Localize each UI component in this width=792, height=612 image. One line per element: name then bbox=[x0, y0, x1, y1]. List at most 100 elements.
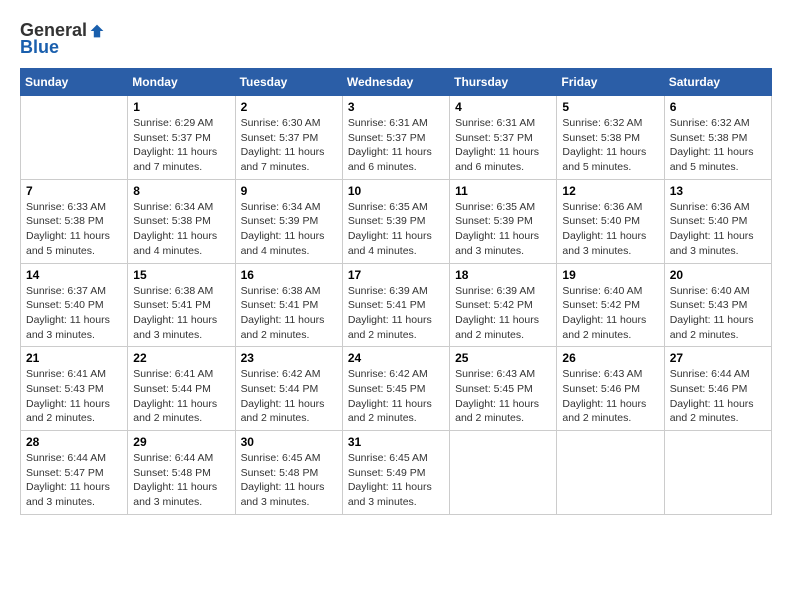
day-number: 2 bbox=[241, 100, 337, 114]
day-number: 28 bbox=[26, 435, 122, 449]
day-number: 6 bbox=[670, 100, 766, 114]
calendar-header-wednesday: Wednesday bbox=[342, 69, 449, 96]
calendar-cell: 3 Sunrise: 6:31 AMSunset: 5:37 PMDaylight… bbox=[342, 96, 449, 180]
calendar-header-row: SundayMondayTuesdayWednesdayThursdayFrid… bbox=[21, 69, 772, 96]
day-number: 21 bbox=[26, 351, 122, 365]
logo-icon bbox=[89, 23, 105, 39]
calendar-cell: 19 Sunrise: 6:40 AMSunset: 5:42 PMDayligh… bbox=[557, 263, 664, 347]
day-number: 26 bbox=[562, 351, 658, 365]
day-number: 4 bbox=[455, 100, 551, 114]
day-info: Sunrise: 6:39 AMSunset: 5:42 PMDaylight:… bbox=[455, 284, 551, 343]
day-number: 1 bbox=[133, 100, 229, 114]
day-info: Sunrise: 6:44 AMSunset: 5:47 PMDaylight:… bbox=[26, 451, 122, 510]
calendar-header-thursday: Thursday bbox=[450, 69, 557, 96]
calendar-cell: 8Sunrise: 6:34 AMSunset: 5:38 PMDaylight… bbox=[128, 179, 235, 263]
day-number: 18 bbox=[455, 268, 551, 282]
day-number: 19 bbox=[562, 268, 658, 282]
week-row-4: 21 Sunrise: 6:41 AMSunset: 5:43 PMDayligh… bbox=[21, 347, 772, 431]
week-row-3: 14 Sunrise: 6:37 AMSunset: 5:40 PMDayligh… bbox=[21, 263, 772, 347]
day-info: Sunrise: 6:30 AMSunset: 5:37 PMDaylight:… bbox=[241, 116, 337, 175]
day-info: Sunrise: 6:37 AMSunset: 5:40 PMDaylight:… bbox=[26, 284, 122, 343]
calendar-cell: 7 Sunrise: 6:33 AMSunset: 5:38 PMDaylight… bbox=[21, 179, 128, 263]
day-info: Sunrise: 6:32 AMSunset: 5:38 PMDaylight:… bbox=[670, 116, 766, 175]
day-number: 7 bbox=[26, 184, 122, 198]
calendar-cell: 24Sunrise: 6:42 AMSunset: 5:45 PMDayligh… bbox=[342, 347, 449, 431]
day-info: Sunrise: 6:40 AMSunset: 5:42 PMDaylight:… bbox=[562, 284, 658, 343]
calendar-cell: 29 Sunrise: 6:44 AMSunset: 5:48 PMDayligh… bbox=[128, 431, 235, 515]
calendar-cell: 31 Sunrise: 6:45 AMSunset: 5:49 PMDayligh… bbox=[342, 431, 449, 515]
calendar-cell: 21 Sunrise: 6:41 AMSunset: 5:43 PMDayligh… bbox=[21, 347, 128, 431]
day-number: 5 bbox=[562, 100, 658, 114]
calendar-cell: 9 Sunrise: 6:34 AMSunset: 5:39 PMDaylight… bbox=[235, 179, 342, 263]
day-number: 11 bbox=[455, 184, 551, 198]
day-number: 9 bbox=[241, 184, 337, 198]
calendar-cell: 23Sunrise: 6:42 AMSunset: 5:44 PMDayligh… bbox=[235, 347, 342, 431]
day-info: Sunrise: 6:36 AMSunset: 5:40 PMDaylight:… bbox=[562, 200, 658, 259]
calendar-header-saturday: Saturday bbox=[664, 69, 771, 96]
calendar-cell: 16 Sunrise: 6:38 AMSunset: 5:41 PMDayligh… bbox=[235, 263, 342, 347]
calendar-cell bbox=[450, 431, 557, 515]
day-number: 31 bbox=[348, 435, 444, 449]
day-number: 15 bbox=[133, 268, 229, 282]
day-info: Sunrise: 6:45 AMSunset: 5:48 PMDaylight:… bbox=[241, 451, 337, 510]
day-number: 27 bbox=[670, 351, 766, 365]
calendar-cell: 2 Sunrise: 6:30 AMSunset: 5:37 PMDaylight… bbox=[235, 96, 342, 180]
day-number: 20 bbox=[670, 268, 766, 282]
calendar-cell bbox=[664, 431, 771, 515]
calendar-cell: 14 Sunrise: 6:37 AMSunset: 5:40 PMDayligh… bbox=[21, 263, 128, 347]
calendar-cell: 1Sunrise: 6:29 AMSunset: 5:37 PMDaylight… bbox=[128, 96, 235, 180]
day-number: 24 bbox=[348, 351, 444, 365]
day-info: Sunrise: 6:38 AMSunset: 5:41 PMDaylight:… bbox=[241, 284, 337, 343]
day-info: Sunrise: 6:34 AMSunset: 5:39 PMDaylight:… bbox=[241, 200, 337, 259]
page-header: General Blue bbox=[20, 20, 772, 58]
calendar-cell: 13Sunrise: 6:36 AMSunset: 5:40 PMDayligh… bbox=[664, 179, 771, 263]
calendar-cell: 25Sunrise: 6:43 AMSunset: 5:45 PMDayligh… bbox=[450, 347, 557, 431]
calendar-cell: 27Sunrise: 6:44 AMSunset: 5:46 PMDayligh… bbox=[664, 347, 771, 431]
week-row-5: 28 Sunrise: 6:44 AMSunset: 5:47 PMDayligh… bbox=[21, 431, 772, 515]
day-number: 3 bbox=[348, 100, 444, 114]
day-number: 14 bbox=[26, 268, 122, 282]
day-number: 12 bbox=[562, 184, 658, 198]
calendar-cell: 20 Sunrise: 6:40 AMSunset: 5:43 PMDayligh… bbox=[664, 263, 771, 347]
day-info: Sunrise: 6:32 AMSunset: 5:38 PMDaylight:… bbox=[562, 116, 658, 175]
logo: General Blue bbox=[20, 20, 105, 58]
day-info: Sunrise: 6:42 AMSunset: 5:44 PMDaylight:… bbox=[241, 367, 337, 426]
calendar-cell: 10 Sunrise: 6:35 AMSunset: 5:39 PMDayligh… bbox=[342, 179, 449, 263]
day-info: Sunrise: 6:45 AMSunset: 5:49 PMDaylight:… bbox=[348, 451, 444, 510]
day-info: Sunrise: 6:33 AMSunset: 5:38 PMDaylight:… bbox=[26, 200, 122, 259]
calendar-cell: 12 Sunrise: 6:36 AMSunset: 5:40 PMDayligh… bbox=[557, 179, 664, 263]
calendar-cell: 6 Sunrise: 6:32 AMSunset: 5:38 PMDaylight… bbox=[664, 96, 771, 180]
calendar-cell: 28 Sunrise: 6:44 AMSunset: 5:47 PMDayligh… bbox=[21, 431, 128, 515]
calendar-cell: 4 Sunrise: 6:31 AMSunset: 5:37 PMDaylight… bbox=[450, 96, 557, 180]
calendar-header-monday: Monday bbox=[128, 69, 235, 96]
day-number: 30 bbox=[241, 435, 337, 449]
day-number: 10 bbox=[348, 184, 444, 198]
calendar-cell: 17Sunrise: 6:39 AMSunset: 5:41 PMDayligh… bbox=[342, 263, 449, 347]
day-info: Sunrise: 6:41 AMSunset: 5:44 PMDaylight:… bbox=[133, 367, 229, 426]
calendar-cell: 15 Sunrise: 6:38 AMSunset: 5:41 PMDayligh… bbox=[128, 263, 235, 347]
day-info: Sunrise: 6:31 AMSunset: 5:37 PMDaylight:… bbox=[348, 116, 444, 175]
day-number: 22 bbox=[133, 351, 229, 365]
calendar-cell: 26 Sunrise: 6:43 AMSunset: 5:46 PMDayligh… bbox=[557, 347, 664, 431]
calendar-header-friday: Friday bbox=[557, 69, 664, 96]
day-info: Sunrise: 6:41 AMSunset: 5:43 PMDaylight:… bbox=[26, 367, 122, 426]
day-number: 29 bbox=[133, 435, 229, 449]
day-info: Sunrise: 6:34 AMSunset: 5:38 PMDaylight:… bbox=[133, 200, 229, 259]
day-info: Sunrise: 6:35 AMSunset: 5:39 PMDaylight:… bbox=[455, 200, 551, 259]
day-info: Sunrise: 6:36 AMSunset: 5:40 PMDaylight:… bbox=[670, 200, 766, 259]
week-row-1: 1Sunrise: 6:29 AMSunset: 5:37 PMDaylight… bbox=[21, 96, 772, 180]
day-info: Sunrise: 6:31 AMSunset: 5:37 PMDaylight:… bbox=[455, 116, 551, 175]
day-info: Sunrise: 6:40 AMSunset: 5:43 PMDaylight:… bbox=[670, 284, 766, 343]
calendar-cell: 18 Sunrise: 6:39 AMSunset: 5:42 PMDayligh… bbox=[450, 263, 557, 347]
week-row-2: 7 Sunrise: 6:33 AMSunset: 5:38 PMDaylight… bbox=[21, 179, 772, 263]
day-info: Sunrise: 6:38 AMSunset: 5:41 PMDaylight:… bbox=[133, 284, 229, 343]
day-info: Sunrise: 6:44 AMSunset: 5:48 PMDaylight:… bbox=[133, 451, 229, 510]
calendar-header-sunday: Sunday bbox=[21, 69, 128, 96]
day-info: Sunrise: 6:43 AMSunset: 5:46 PMDaylight:… bbox=[562, 367, 658, 426]
logo-blue-text: Blue bbox=[20, 37, 59, 58]
day-number: 16 bbox=[241, 268, 337, 282]
calendar-cell: 5 Sunrise: 6:32 AMSunset: 5:38 PMDaylight… bbox=[557, 96, 664, 180]
day-info: Sunrise: 6:39 AMSunset: 5:41 PMDaylight:… bbox=[348, 284, 444, 343]
calendar-header-tuesday: Tuesday bbox=[235, 69, 342, 96]
day-info: Sunrise: 6:35 AMSunset: 5:39 PMDaylight:… bbox=[348, 200, 444, 259]
